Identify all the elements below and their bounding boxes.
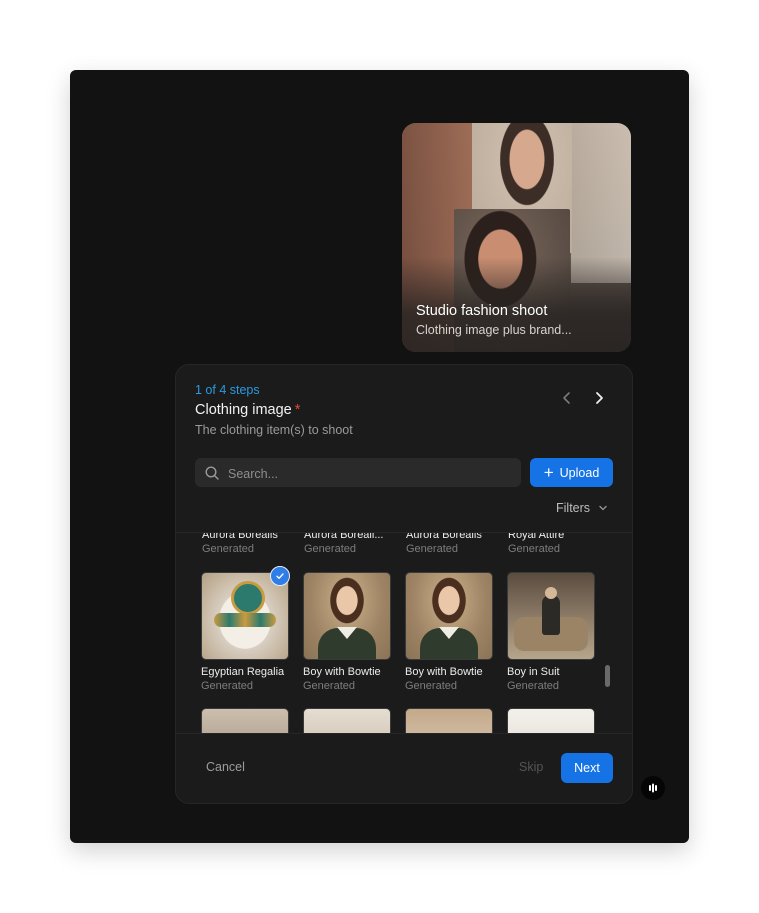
app-window: Studio fashion shoot Clothing image plus… — [70, 70, 689, 843]
app-logo-button[interactable] — [641, 776, 665, 800]
item-name: Boy with Bowtie — [303, 666, 381, 678]
next-step-arrow-button[interactable] — [588, 387, 610, 409]
chevron-right-icon — [596, 392, 603, 404]
item-tag: Generated — [406, 543, 458, 555]
filters-label: Filters — [556, 501, 591, 515]
grid-item[interactable]: Boy in Suit Generated — [507, 572, 595, 692]
item-tag: Generated — [508, 543, 560, 555]
grid-item[interactable] — [201, 708, 289, 733]
image-grid: Aurora Borealis Generated Aurora Boreali… — [176, 533, 632, 733]
footer-divider — [176, 733, 632, 734]
check-icon — [276, 573, 284, 579]
grid-item-selected[interactable]: Egyptian Regalia Generated — [201, 572, 289, 692]
child-shape — [542, 595, 560, 635]
upload-button[interactable]: + Upload — [530, 458, 613, 487]
step-title: Clothing image * — [195, 402, 300, 418]
item-thumbnail — [507, 572, 595, 660]
grid-item[interactable] — [405, 708, 493, 733]
required-mark: * — [294, 402, 301, 418]
step-title-text: Clothing image — [195, 402, 292, 418]
upload-label: Upload — [559, 465, 600, 480]
grid-item[interactable]: Aurora Borealis Generated — [202, 533, 290, 555]
item-tag: Generated — [304, 543, 356, 555]
filters-dropdown[interactable]: Filters — [556, 501, 608, 515]
item-tag: Generated — [202, 543, 254, 555]
grid-item[interactable]: Royal Attire Generated — [508, 533, 596, 555]
grid-item[interactable]: Boy with Bowtie Generated — [405, 572, 493, 692]
item-name: Aurora Borealis — [406, 533, 482, 541]
item-thumbnail — [303, 572, 391, 660]
preview-title: Studio fashion shoot — [416, 303, 548, 319]
collar-ornament — [214, 613, 276, 627]
chevron-down-icon — [599, 505, 607, 511]
item-name: Aurora Boreali... — [304, 533, 384, 541]
skip-button[interactable]: Skip — [519, 760, 543, 774]
preview-card[interactable]: Studio fashion shoot Clothing image plus… — [402, 123, 631, 352]
cancel-button[interactable]: Cancel — [206, 760, 245, 774]
item-thumbnail — [201, 708, 289, 733]
chevron-left-icon — [563, 392, 570, 404]
search-input[interactable] — [226, 458, 515, 489]
item-tag: Generated — [303, 680, 355, 692]
grid-item[interactable]: Aurora Borealis Generated — [406, 533, 494, 555]
search-icon — [205, 466, 219, 480]
previous-step-button[interactable] — [556, 387, 578, 409]
next-button[interactable]: Next — [561, 753, 613, 783]
item-name: Aurora Borealis — [202, 533, 278, 541]
grid-item[interactable]: Boy with Bowtie Generated — [303, 572, 391, 692]
item-name: Boy with Bowtie — [405, 666, 483, 678]
item-thumbnail — [405, 572, 493, 660]
selected-check-icon — [270, 566, 290, 586]
item-tag: Generated — [507, 680, 559, 692]
step-description: The clothing item(s) to shoot — [195, 423, 353, 437]
necklace-ornament — [231, 581, 265, 615]
plus-icon: + — [543, 462, 554, 482]
item-tag: Generated — [405, 680, 457, 692]
search-box — [195, 458, 521, 489]
step-indicator: 1 of 4 steps — [195, 383, 260, 397]
item-name: Egyptian Regalia — [201, 666, 285, 678]
grid-item[interactable]: Aurora Boreali... Generated — [304, 533, 392, 555]
item-thumbnail — [507, 708, 595, 733]
item-tag: Generated — [201, 680, 253, 692]
item-thumbnail — [303, 708, 391, 733]
grid-scrollbar[interactable] — [605, 665, 610, 687]
face-shape — [545, 587, 557, 599]
grid-item[interactable] — [303, 708, 391, 733]
item-name: Royal Attire — [508, 533, 565, 541]
item-thumbnail — [405, 708, 493, 733]
preview-subtitle: Clothing image plus brand... — [416, 323, 572, 337]
wizard-panel: 1 of 4 steps Clothing image * The clothin… — [175, 364, 633, 804]
grid-item[interactable] — [507, 708, 595, 733]
app-logo-icon — [649, 783, 657, 793]
item-name: Boy in Suit — [507, 666, 560, 678]
